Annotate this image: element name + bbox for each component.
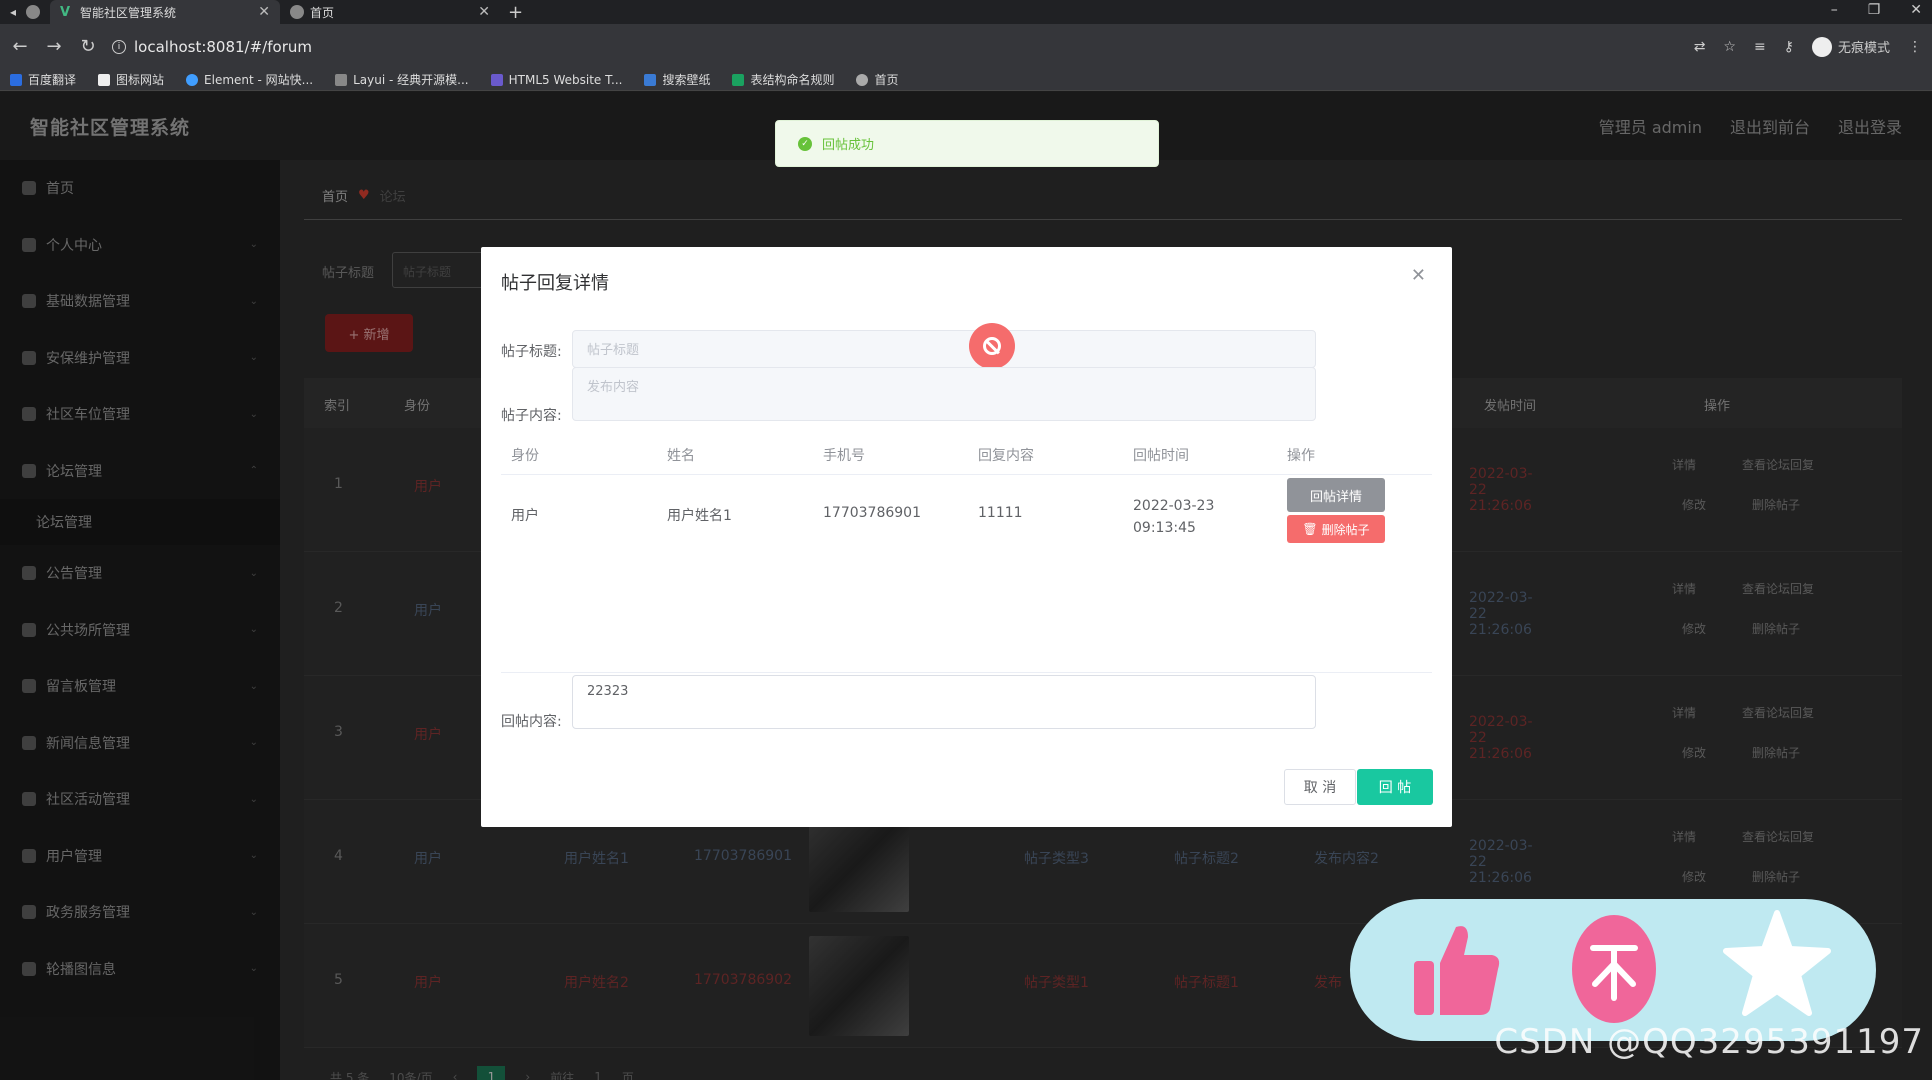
toast-message: 回帖成功 <box>822 138 875 153</box>
wallpaper-icon <box>644 73 657 86</box>
bookmark[interactable]: 百度翻译 <box>10 71 76 88</box>
post-content-textarea: 发布内容 <box>572 367 1316 421</box>
star-icon[interactable] <box>1722 909 1832 1019</box>
forward-icon[interactable]: → <box>44 36 64 57</box>
check-icon: ✓ <box>798 136 812 151</box>
reply-detail-button[interactable]: 回帖详情 <box>1287 478 1385 512</box>
post-title-input: 帖子标题 <box>572 330 1316 368</box>
bookmark-label: 百度翻译 <box>28 73 77 87</box>
not-allowed-cursor-icon <box>969 323 1015 369</box>
reply-content: 11111 <box>978 505 1023 521</box>
menu-icon[interactable]: ⋮ <box>1908 39 1922 55</box>
bookmark[interactable]: 首页 <box>856 71 899 88</box>
vue-icon: V <box>60 5 71 20</box>
close-tab-icon[interactable]: ✕ <box>258 4 270 20</box>
info-icon[interactable]: i <box>112 39 126 54</box>
post-title-label: 帖子标题: <box>501 344 562 360</box>
column-header: 回帖时间 <box>1133 448 1189 464</box>
delete-post-label: 删除帖子 <box>1321 522 1370 537</box>
bookmark-label: Element - 网站快... <box>204 73 314 87</box>
bookmark[interactable]: 表结构命名规则 <box>732 71 834 88</box>
reply-table-header: 身份 姓名 手机号 回复内容 回帖时间 操作 <box>501 435 1432 475</box>
watermark: CSDN @QQ3295391197 <box>1494 1022 1924 1062</box>
new-tab-button[interactable]: + <box>500 2 531 23</box>
column-header: 身份 <box>511 448 539 464</box>
bookmark[interactable]: 图标网站 <box>98 71 164 88</box>
html5-icon <box>490 73 503 86</box>
divider <box>501 672 1432 673</box>
coin-icon[interactable] <box>1572 915 1656 1023</box>
browser-tabbar: ◂ V 智能社区管理系统 ✕ 首页 ✕ + – ❐ ✕ <box>0 0 1932 24</box>
reply-role: 用户 <box>511 508 539 524</box>
minimize-icon[interactable]: – <box>1831 2 1838 18</box>
table-icon <box>732 73 745 86</box>
bookmark[interactable]: Layui - 经典开源模... <box>335 71 469 88</box>
close-tab-icon[interactable]: ✕ <box>478 4 490 20</box>
tab-controls: ◂ <box>0 5 50 19</box>
trash-icon: 🗑 <box>1302 522 1318 536</box>
reply-time: 2022-03-23 09:13:45 <box>1133 498 1215 536</box>
bookmark[interactable]: HTML5 Website T... <box>490 72 623 87</box>
reply-content-textarea[interactable]: 22323 <box>572 675 1316 729</box>
thumbs-up-icon[interactable] <box>1412 919 1502 1019</box>
reply-name: 用户姓名1 <box>667 508 732 524</box>
submit-reply-button[interactable]: 回 帖 <box>1357 769 1433 805</box>
reply-content-label: 回帖内容: <box>501 714 562 730</box>
reading-list-icon[interactable]: ≡ <box>1754 39 1766 55</box>
like-coin-favorite-widget <box>1350 899 1876 1041</box>
address-bar: ← → ↻ i localhost:8081/#/forum ⇄ ☆ ≡ ⚷ 无… <box>0 24 1932 69</box>
url-text: localhost:8081/#/forum <box>134 37 312 56</box>
globe-icon <box>290 5 305 19</box>
success-toast: ✓ 回帖成功 <box>775 120 1159 167</box>
bookmark-label: 搜索壁纸 <box>662 73 711 87</box>
bookmark[interactable]: 搜索壁纸 <box>644 71 710 88</box>
flag-icon <box>98 73 111 86</box>
cancel-button[interactable]: 取 消 <box>1284 769 1356 805</box>
bookmarks-bar: 百度翻译 图标网站 Element - 网站快... Layui - 经典开源模… <box>0 69 1932 91</box>
back-icon[interactable]: ← <box>10 36 30 57</box>
tab-title: 首页 <box>310 5 335 20</box>
browser-tab-active[interactable]: V 智能社区管理系统 ✕ <box>50 0 281 24</box>
incognito-label: 无痕模式 <box>1837 41 1890 56</box>
window-controls: – ❐ ✕ <box>1831 2 1922 18</box>
column-header: 回复内容 <box>978 448 1034 464</box>
column-header: 操作 <box>1287 448 1315 464</box>
close-window-icon[interactable]: ✕ <box>1910 2 1922 18</box>
dialog-title: 帖子回复详情 <box>501 273 609 294</box>
post-content-label: 帖子内容: <box>501 408 562 424</box>
reload-icon[interactable]: ↻ <box>78 36 98 57</box>
bookmark-label: 首页 <box>874 73 899 87</box>
bookmark[interactable]: Element - 网站快... <box>186 71 313 88</box>
star-icon[interactable]: ☆ <box>1723 39 1736 55</box>
address-bar-actions: ⇄ ☆ ≡ ⚷ 无痕模式 ⋮ <box>1694 36 1922 57</box>
globe-icon <box>26 5 41 19</box>
reply-detail-dialog: 帖子回复详情 ✕ 帖子标题: 帖子标题 帖子内容: 发布内容 身份 姓名 手机号… <box>481 247 1452 827</box>
reply-phone: 17703786901 <box>823 505 921 521</box>
bookmark-icon <box>10 73 22 86</box>
translate-icon[interactable]: ⇄ <box>1694 39 1706 55</box>
tab-title: 智能社区管理系统 <box>80 5 177 20</box>
bookmark-label: 图标网站 <box>116 73 165 87</box>
coin-symbol <box>1590 945 1638 1001</box>
audio-icon[interactable]: ◂ <box>10 5 16 19</box>
layui-icon <box>335 73 348 86</box>
bookmark-label: HTML5 Website T... <box>508 72 623 87</box>
element-icon <box>186 73 199 86</box>
delete-post-button[interactable]: 🗑 删除帖子 <box>1287 515 1385 543</box>
column-header: 姓名 <box>667 448 695 464</box>
column-header: 手机号 <box>823 448 865 464</box>
bookmark-label: 表结构命名规则 <box>750 73 835 87</box>
close-icon[interactable]: ✕ <box>1411 265 1426 286</box>
key-icon[interactable]: ⚷ <box>1784 39 1794 55</box>
url-field[interactable]: i localhost:8081/#/forum <box>112 38 312 56</box>
bookmark-label: Layui - 经典开源模... <box>353 73 469 87</box>
incognito-badge[interactable]: 无痕模式 <box>1811 36 1890 57</box>
globe-icon <box>856 73 869 86</box>
restore-icon[interactable]: ❐ <box>1868 2 1881 18</box>
browser-tab[interactable]: 首页 ✕ <box>280 0 500 24</box>
incognito-icon <box>1811 36 1832 57</box>
